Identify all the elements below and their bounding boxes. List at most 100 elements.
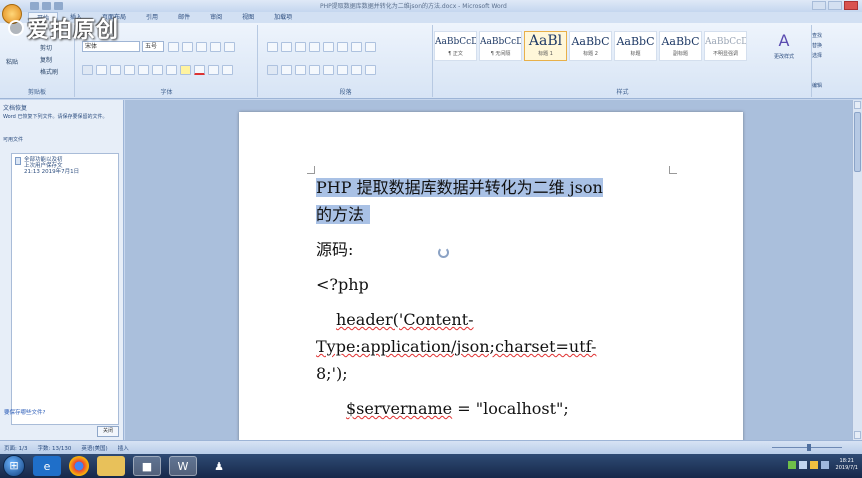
title-line-1: PHP 提取数据库数据并转化为二维 json (316, 178, 603, 197)
highlight-icon[interactable] (180, 65, 191, 75)
tab-view[interactable]: 视图 (234, 12, 262, 23)
redo-icon[interactable] (54, 2, 63, 10)
underline-icon[interactable] (110, 65, 121, 75)
maximize-button[interactable] (828, 1, 842, 10)
volume-icon[interactable] (820, 461, 829, 469)
grow-font-icon[interactable] (168, 42, 179, 52)
style-normal[interactable]: AaBbCcD ¶ 正文 (434, 31, 477, 61)
align-right-icon[interactable] (295, 65, 306, 75)
tab-review[interactable]: 审阅 (202, 12, 230, 23)
font-size-select[interactable]: 五号 (142, 41, 164, 52)
document-body[interactable]: PHP 提取数据库数据并转化为二维 json 的方法 源码: <?php hea… (316, 174, 668, 422)
multilevel-list-icon[interactable] (295, 42, 306, 52)
clipboard-group-label: 剪贴板 (27, 89, 46, 96)
bold-icon[interactable] (82, 65, 93, 75)
window-title: PHP提取数据库数据并转化为二维json的方法.docx - Microsoft… (320, 3, 507, 10)
minimize-button[interactable] (812, 1, 826, 10)
align-center-icon[interactable] (281, 65, 292, 75)
folder-icon[interactable] (97, 456, 125, 476)
style-title[interactable]: AaBbC 标题 (614, 31, 657, 61)
style-heading-2[interactable]: AaBbC 标题 2 (569, 31, 612, 61)
document-icon (15, 157, 21, 165)
scroll-down-icon[interactable] (854, 431, 861, 439)
margin-corner-mark (669, 166, 677, 174)
user-app-icon[interactable]: ♟ (205, 456, 233, 476)
save-icon[interactable] (30, 2, 39, 10)
justify-icon[interactable] (309, 65, 320, 75)
pane-header: 文档恢复 (3, 105, 28, 112)
show-marks-icon[interactable] (365, 42, 376, 52)
decrease-indent-icon[interactable] (309, 42, 320, 52)
numbering-icon[interactable] (281, 42, 292, 52)
ie-icon[interactable]: e (33, 456, 61, 476)
paste-button[interactable]: 粘贴 (6, 57, 18, 66)
windows-start-icon[interactable]: ⊞ (3, 455, 25, 477)
font-color-icon[interactable] (194, 65, 205, 75)
insert-mode[interactable]: 插入 (118, 444, 129, 452)
phonetic-icon[interactable] (210, 42, 221, 52)
change-styles-button[interactable]: A 更改样式 (765, 33, 803, 61)
document-title[interactable]: PHP 提取数据库数据并转化为二维 json 的方法 (316, 174, 668, 228)
clear-format-icon[interactable] (196, 42, 207, 52)
list-item[interactable]: 全部功能以及初 上次用户保存文 21:13 2019年7月1日 (12, 154, 118, 178)
superscript-icon[interactable] (152, 65, 163, 75)
zoom-knob[interactable] (807, 444, 811, 451)
shrink-font-icon[interactable] (182, 42, 193, 52)
tab-references[interactable]: 引用 (138, 12, 166, 23)
style-subtitle[interactable]: AaBbC 副标题 (659, 31, 702, 61)
tab-mailings[interactable]: 邮件 (170, 12, 198, 23)
borders-icon[interactable] (365, 65, 376, 75)
cut-button[interactable]: 剪切 (40, 43, 58, 52)
style-heading-1[interactable]: AaBl 标题 1 (524, 31, 567, 61)
chinese-layout-icon[interactable] (337, 42, 348, 52)
format-painter-button[interactable]: 格式刷 (40, 67, 58, 76)
increase-indent-icon[interactable] (323, 42, 334, 52)
which-files-link[interactable]: 要保存哪些文件? (4, 408, 45, 416)
close-button[interactable] (844, 1, 858, 10)
line-spacing-icon[interactable] (337, 65, 348, 75)
scroll-thumb[interactable] (854, 112, 861, 172)
char-shading-icon[interactable] (208, 65, 219, 75)
change-case-icon[interactable] (166, 65, 177, 75)
italic-icon[interactable] (96, 65, 107, 75)
align-left-icon[interactable] (267, 65, 278, 75)
system-tray: 18:21 2019/7/1 (787, 458, 858, 472)
style-no-spacing[interactable]: AaBbCcD ¶ 无间隔 (479, 31, 522, 61)
network-icon[interactable] (798, 461, 807, 469)
replace-button[interactable]: 替换 (812, 41, 822, 51)
php-open-tag: <?php (316, 275, 369, 294)
subscript-icon[interactable] (138, 65, 149, 75)
tray-alert-icon[interactable] (809, 461, 818, 469)
document-recovery-pane: 文档恢复 Word 已恢复下列文件。请保存要保留的文件。 可用文件 全部功能以及… (0, 100, 124, 440)
bullets-icon[interactable] (267, 42, 278, 52)
find-button[interactable]: 查找 (812, 31, 822, 41)
page-count[interactable]: 页面: 1/3 (4, 444, 27, 452)
paragraph-group-label: 段落 (339, 89, 352, 96)
watermark: 爱拍原创 (8, 12, 119, 44)
distributed-icon[interactable] (323, 65, 334, 75)
strikethrough-icon[interactable] (124, 65, 135, 75)
vertical-scrollbar[interactable] (852, 100, 862, 440)
language-indicator[interactable]: 英语(美国) (81, 444, 107, 452)
style-subtle-emphasis[interactable]: AaBbCcD 不明显强调 (704, 31, 747, 61)
code-header-line-1: header('Content- (336, 310, 474, 329)
char-border-icon[interactable] (224, 42, 235, 52)
tray-app-icon[interactable] (787, 461, 796, 469)
tab-addins[interactable]: 加载项 (266, 12, 300, 23)
style-gallery: AaBbCcD ¶ 正文 AaBbCcD ¶ 无间隔 AaBl 标题 1 AaB… (434, 31, 747, 61)
sort-icon[interactable] (351, 42, 362, 52)
enclose-char-icon[interactable] (222, 65, 233, 75)
undo-icon[interactable] (42, 2, 51, 10)
chrome-icon[interactable] (69, 456, 89, 476)
document-page[interactable]: PHP 提取数据库数据并转化为二维 json 的方法 源码: <?php hea… (239, 112, 743, 440)
clock[interactable]: 18:21 2019/7/1 (836, 458, 858, 472)
recorder-app-icon[interactable]: ■ (133, 456, 161, 476)
scroll-up-icon[interactable] (854, 101, 861, 109)
close-pane-button[interactable]: 关闭 (97, 426, 119, 437)
shading-icon[interactable] (351, 65, 362, 75)
zoom-slider[interactable] (762, 444, 852, 451)
word-app-icon[interactable]: W (169, 456, 197, 476)
select-button[interactable]: 选择 (812, 51, 822, 61)
word-count[interactable]: 字数: 13/130 (37, 444, 71, 452)
copy-button[interactable]: 复制 (40, 55, 58, 64)
